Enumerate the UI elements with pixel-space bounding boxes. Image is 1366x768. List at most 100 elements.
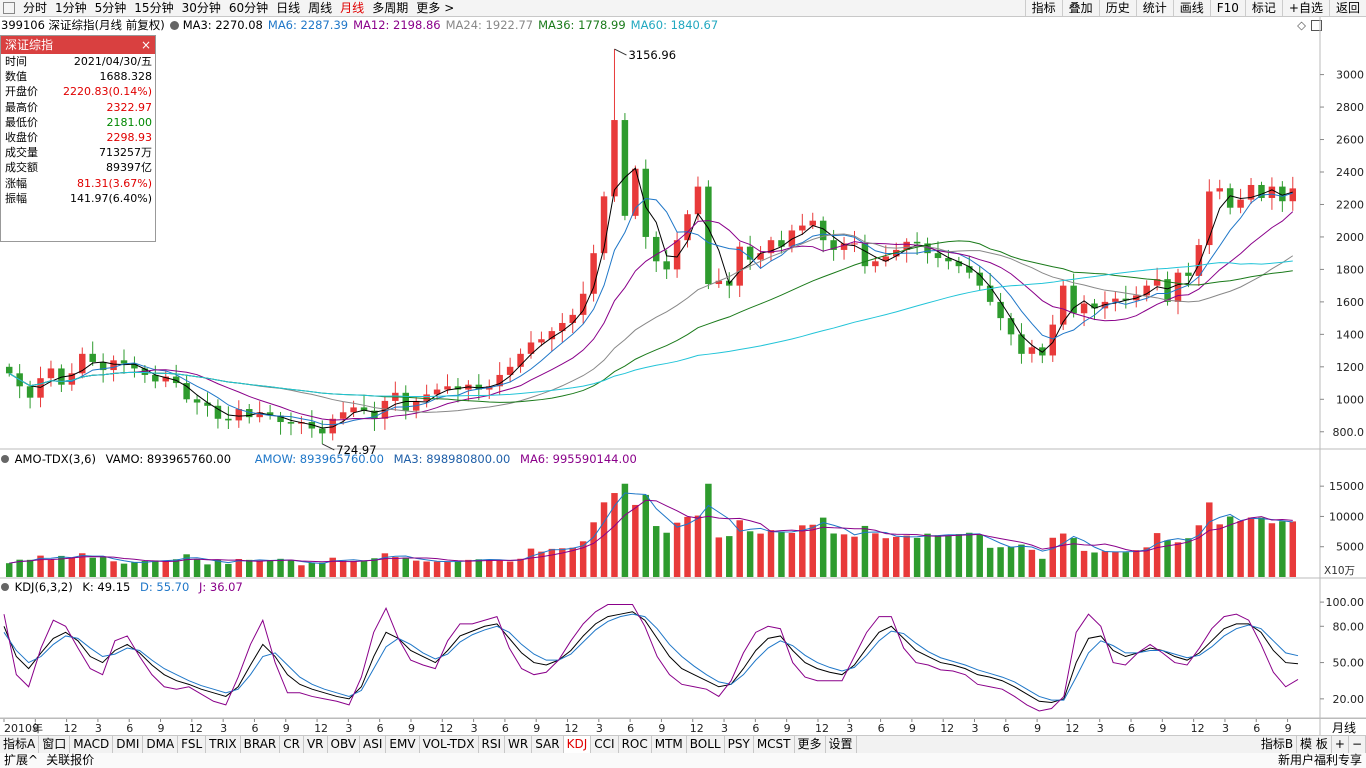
indicator-tab[interactable]: MACD: [70, 736, 114, 753]
info-label: 涨幅: [5, 176, 27, 190]
related-quotes-button[interactable]: 关联报价: [42, 753, 98, 768]
volume-bar: [26, 559, 34, 577]
indicator-tab[interactable]: EMV: [386, 736, 420, 753]
candle-body: [1237, 199, 1244, 208]
candle-body: [350, 407, 357, 413]
volume-bar: [475, 559, 483, 577]
volume-bar: [966, 532, 973, 577]
volume-bar: [778, 532, 785, 577]
candle-body: [778, 240, 785, 247]
indicator-tab[interactable]: CCI: [591, 736, 619, 753]
indicator-tab[interactable]: WR: [505, 736, 533, 753]
volume-bar: [454, 561, 462, 577]
volume-bar: [715, 537, 723, 577]
volume-bar: [371, 558, 378, 577]
vol-ma3-line: [9, 492, 1293, 564]
volume-bar: [548, 548, 556, 577]
y-tick-label: 1400: [1336, 328, 1364, 341]
indicator-tab[interactable]: FSL: [178, 736, 207, 753]
volume-bar: [924, 533, 931, 577]
volume-bar: [569, 547, 576, 577]
volume-bar: [465, 559, 472, 577]
info-value: 2298.93: [106, 130, 153, 144]
close-icon[interactable]: ×: [141, 36, 151, 54]
kdj-settings-icon[interactable]: [1, 583, 9, 591]
indicator-tab[interactable]: DMA: [143, 736, 179, 753]
volume-bar: [892, 536, 900, 577]
volume-bar: [245, 559, 253, 577]
candle-body: [694, 186, 702, 215]
volume-bar: [120, 563, 128, 577]
indicator-tab[interactable]: RSI: [479, 736, 506, 753]
volume-bar: [412, 560, 420, 577]
kdj-y-tick-label: 20.00: [1333, 693, 1365, 706]
candle-body: [663, 261, 670, 270]
volume-bar: [1049, 537, 1057, 577]
indicator-tab[interactable]: DMI: [113, 736, 144, 753]
candle-body: [1258, 184, 1265, 198]
indicator-tab[interactable]: PSY: [725, 736, 754, 753]
volume-pane-title: AMO-TDX(3,6) VAMO: 893965760.00 AMOW: 89…: [1, 452, 643, 466]
candle-body: [736, 246, 743, 286]
indicator-tab[interactable]: ROC: [619, 736, 652, 753]
indicator-tab[interactable]: 设置: [826, 736, 857, 753]
volume-bar: [1101, 551, 1109, 577]
volume-bar: [1143, 547, 1150, 577]
tabbar-right-button[interactable]: 指标B: [1258, 736, 1298, 753]
candle-body: [26, 386, 34, 398]
volume-bar: [339, 560, 347, 577]
candle-body: [809, 220, 816, 226]
y-tick-label: 2600: [1336, 134, 1364, 147]
tabbar-right-button[interactable]: +: [1332, 736, 1349, 753]
indicator-tab[interactable]: SAR: [532, 736, 564, 753]
indicator-tab[interactable]: TRIX: [206, 736, 241, 753]
candle-body: [851, 243, 858, 245]
candle-body: [673, 240, 681, 270]
indicator-tab[interactable]: ASI: [360, 736, 387, 753]
y-tick-label: 800.0: [1333, 426, 1365, 439]
indicator-tab[interactable]: OBV: [328, 736, 361, 753]
expand-button[interactable]: 扩展^: [0, 753, 42, 768]
volume-bar: [141, 561, 149, 577]
volume-settings-icon[interactable]: [1, 455, 9, 463]
vamo-value: VAMO: 893965760.00: [105, 452, 232, 466]
tabbar-right-button[interactable]: −: [1349, 736, 1366, 753]
volume-bar: [1028, 549, 1036, 577]
volume-bar: [913, 537, 921, 577]
volume-bar: [423, 561, 430, 577]
promo-link[interactable]: 新用户福利专享: [1274, 753, 1366, 768]
volume-bar: [1206, 502, 1213, 577]
info-box-title: 深证综指: [5, 38, 54, 52]
indicator-tab[interactable]: MTM: [652, 736, 687, 753]
indicator-tab[interactable]: VOL-TDX: [420, 736, 479, 753]
indicator-tab[interactable]: VR: [304, 736, 328, 753]
indicator-tab[interactable]: BOLL: [687, 736, 725, 753]
volume-bar: [1216, 524, 1223, 577]
candle-body: [1216, 188, 1223, 192]
kdj-name: KDJ(6,3,2): [14, 580, 73, 594]
indicator-tab[interactable]: KDJ: [563, 736, 592, 753]
volume-bar: [266, 560, 274, 577]
volume-bar: [799, 525, 806, 577]
indicator-tab[interactable]: 更多: [795, 736, 826, 753]
candle-body: [652, 236, 660, 262]
indicator-tab[interactable]: BRAR: [241, 736, 281, 753]
candle-body: [1195, 245, 1203, 276]
indicator-tab[interactable]: CR: [280, 736, 304, 753]
candle-body: [1070, 285, 1077, 314]
volume-bar: [68, 557, 76, 577]
ma36-line: [8, 240, 1293, 403]
tabbar-right-button[interactable]: 模 板: [1297, 736, 1332, 753]
info-value: 2322.97: [106, 100, 153, 114]
volume-bar: [172, 559, 180, 577]
indicator-tab[interactable]: MCST: [754, 736, 795, 753]
volume-bar: [47, 559, 55, 577]
volume-bar: [360, 561, 368, 577]
indicator-tab[interactable]: 指标A: [0, 736, 40, 753]
candle-body: [705, 186, 712, 285]
volume-bar: [1247, 517, 1255, 577]
indicator-tab[interactable]: 窗口: [39, 736, 71, 753]
chart-canvas[interactable]: 3000 2800 2600 2400 2200 2000 1800 1600 1400 1200…: [0, 0, 1366, 768]
candle-body: [1268, 186, 1276, 198]
info-label: 成交量: [5, 146, 38, 160]
